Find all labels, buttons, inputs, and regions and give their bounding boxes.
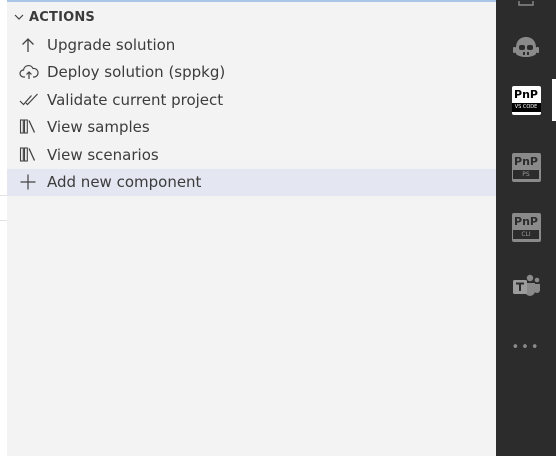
view-scenarios-action[interactable]: View scenarios bbox=[7, 141, 496, 169]
panel-focus-border bbox=[7, 0, 496, 2]
editor-edge bbox=[0, 0, 7, 456]
chevron-down-icon bbox=[9, 6, 29, 28]
arrow-up-icon bbox=[19, 36, 47, 54]
library-icon bbox=[19, 146, 47, 164]
action-label: View samples bbox=[47, 118, 150, 137]
actions-section-header[interactable]: ACTIONS bbox=[7, 6, 496, 28]
activity-bar: PnP VS CODE PnP PS PnP CLI ••• bbox=[496, 0, 556, 456]
teams-icon[interactable] bbox=[496, 265, 556, 307]
deploy-solution-action[interactable]: Deploy solution (sppkg) bbox=[7, 59, 496, 87]
pnp-title: PnP bbox=[514, 154, 538, 168]
plus-icon bbox=[19, 173, 47, 191]
extension-icon[interactable] bbox=[496, 0, 556, 10]
pnp-powershell-icon[interactable]: PnP PS bbox=[496, 146, 556, 188]
action-label: Upgrade solution bbox=[47, 35, 176, 54]
upgrade-solution-action[interactable]: Upgrade solution bbox=[7, 31, 496, 59]
double-check-icon bbox=[19, 91, 47, 109]
cloud-upload-icon bbox=[19, 63, 47, 81]
pnp-subtitle: VS CODE bbox=[511, 102, 541, 112]
copilot-icon[interactable] bbox=[496, 26, 556, 68]
pnp-subtitle: CLI bbox=[513, 229, 539, 239]
pnp-title: PnP bbox=[514, 214, 538, 228]
more-icon[interactable]: ••• bbox=[496, 330, 556, 364]
action-label: Deploy solution (sppkg) bbox=[47, 63, 226, 82]
pnp-cli-icon[interactable]: PnP CLI bbox=[496, 206, 556, 248]
action-label: Validate current project bbox=[47, 90, 224, 109]
view-samples-action[interactable]: View samples bbox=[7, 114, 496, 142]
side-panel: ACTIONS Upgrade solution Deploy solution… bbox=[7, 0, 496, 456]
action-label: Add new component bbox=[47, 173, 202, 192]
validate-project-action[interactable]: Validate current project bbox=[7, 86, 496, 114]
add-new-component-action[interactable]: Add new component bbox=[7, 168, 496, 196]
pnp-title: PnP bbox=[514, 87, 538, 101]
pnp-subtitle: PS bbox=[513, 169, 539, 179]
actions-list: Upgrade solution Deploy solution (sppkg)… bbox=[7, 31, 496, 196]
section-title: ACTIONS bbox=[29, 9, 96, 25]
pnp-vscode-icon[interactable]: PnP VS CODE bbox=[496, 79, 556, 121]
library-icon bbox=[19, 118, 47, 136]
action-label: View scenarios bbox=[47, 145, 159, 164]
editor-tab-seam bbox=[0, 195, 7, 221]
